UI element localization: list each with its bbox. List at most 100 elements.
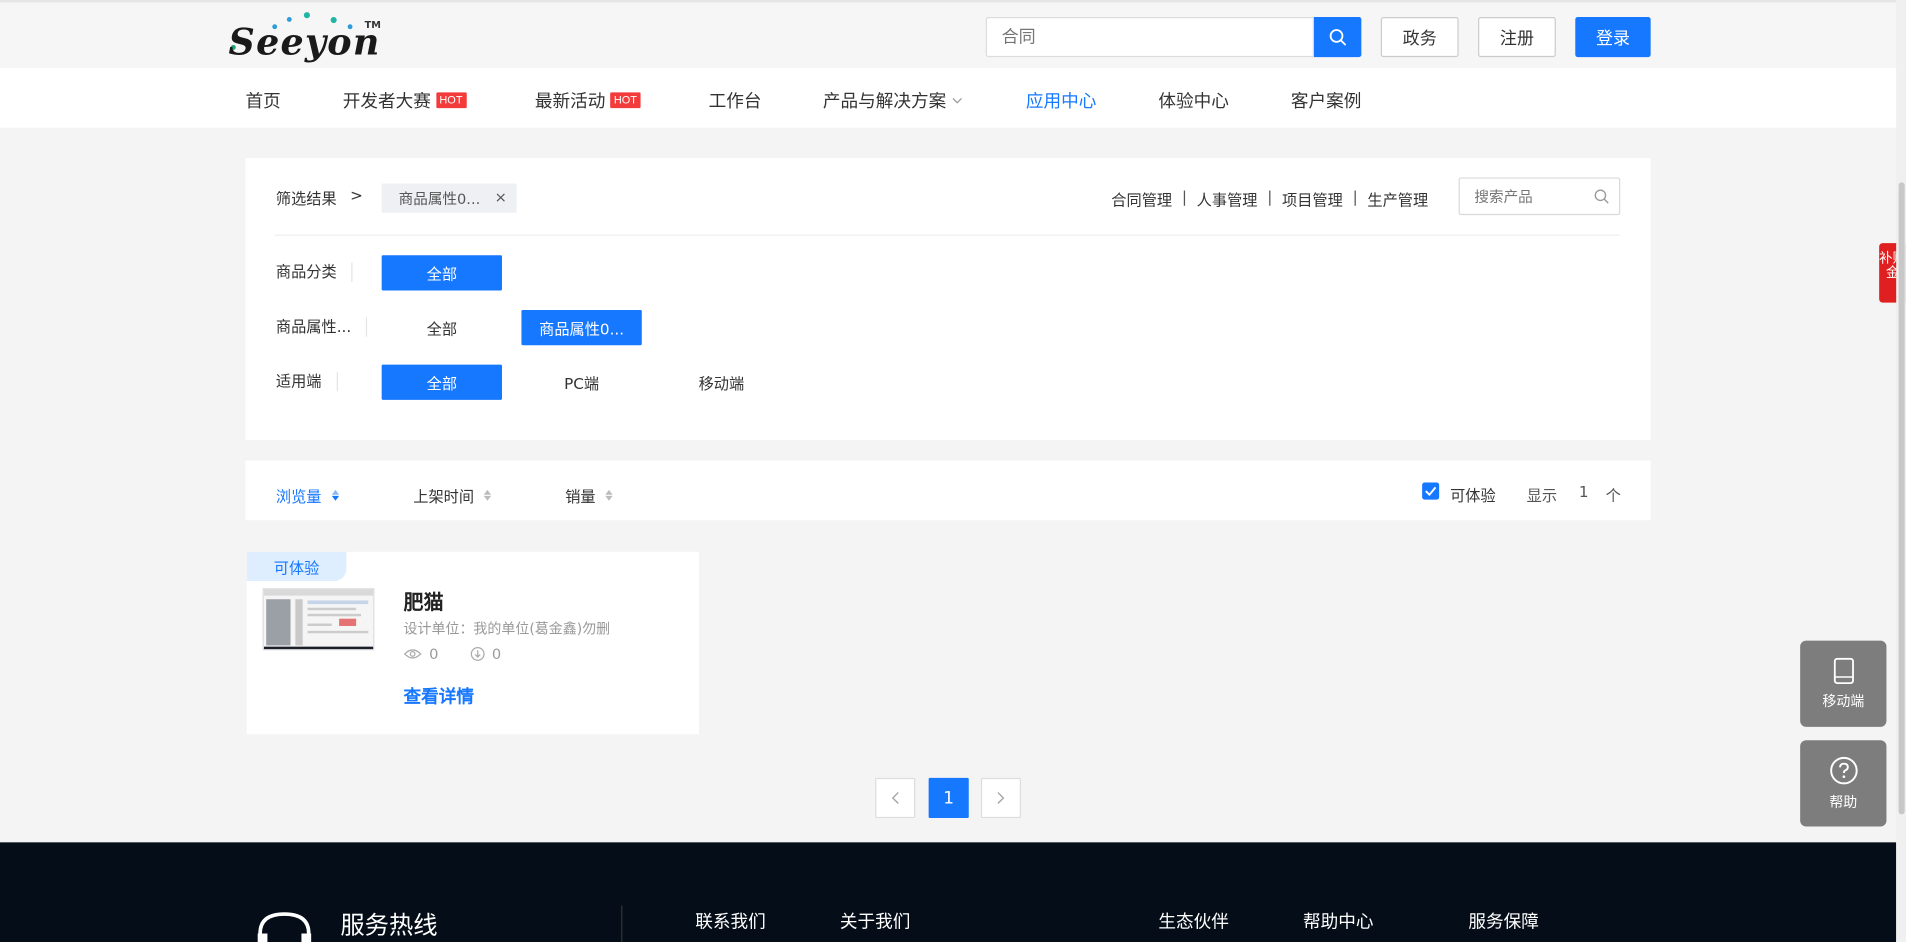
nav-products[interactable]: 产品与解决方案 [823,88,962,114]
download-icon [470,647,485,661]
help-label: 帮助 [1829,793,1858,811]
sort-label: 浏览量 [275,487,322,506]
show-label: 显示 [1526,486,1558,505]
mobile-float-button[interactable]: 移动端 [1800,640,1887,727]
search-icon [1329,29,1346,46]
quick-link[interactable]: 人事管理 [1197,187,1258,210]
check-icon [1425,486,1437,496]
product-designer: 设计单位：我的单位(葛金鑫)勿删 [403,619,611,637]
sort-by-sales[interactable]: 销量 [565,484,613,507]
filter-row-label-attribute: 商品属性... [276,317,367,337]
nav-dev-contest[interactable]: 开发者大赛 HOT [342,88,467,114]
filter-result-label: 筛选结果 [275,189,337,208]
nav-activities[interactable]: 最新活动 HOT [535,88,641,114]
divider [274,234,1621,236]
option-attribute-all[interactable]: 全部 [382,310,502,345]
footer-link-partners[interactable]: 生态伙伴 [1158,908,1228,934]
filter-row-label-category: 商品分类 [276,262,353,282]
close-icon[interactable]: × [495,188,507,205]
quick-link[interactable]: 合同管理 [1111,187,1172,210]
nav-experience[interactable]: 体验中心 [1158,88,1228,114]
mobile-label: 移动端 [1822,692,1865,710]
search-button[interactable] [1313,17,1362,58]
mobile-icon [1833,657,1854,684]
footer-link-service[interactable]: 服务保障 [1468,908,1538,934]
sort-caret-icon [605,489,613,501]
download-count: 0 [491,645,502,663]
footer-link-contact[interactable]: 联系我们 [695,908,765,934]
footer-link-about[interactable]: 关于我们 [840,908,910,934]
thumbnail-image [263,589,374,650]
logo-text: Seeyon [228,21,381,65]
logo-dot [303,12,310,19]
sort-label: 上架时间 [413,487,475,506]
sort-caret-icon [331,489,339,501]
nav-cases[interactable]: 客户案例 [1291,88,1361,114]
nav-label: 首页 [245,92,281,112]
nav-workbench[interactable]: 工作台 [709,88,762,114]
sort-caret-icon [483,489,492,501]
option-category-all[interactable]: 全部 [381,255,503,291]
top-bar: Seeyon TM 政务 注册 登录 [0,0,1897,69]
option-platform-all[interactable]: 全部 [381,364,503,400]
nav-label: 产品与解决方案 [822,92,947,112]
eye-icon [403,649,422,659]
search-icon[interactable] [1594,188,1610,204]
chevron-left-icon [891,791,899,804]
separator: | [1352,187,1358,206]
help-icon [1829,756,1858,784]
service-hotline-title: 服务热线 [340,910,438,940]
separator: | [1267,187,1273,206]
breadcrumb-arrow: > [350,185,363,205]
experience-label: 可体验 [1450,486,1496,505]
quick-link[interactable]: 生产管理 [1367,187,1428,210]
footer-link-help-center[interactable]: 帮助中心 [1303,908,1373,934]
main-nav: 首页 开发者大赛 HOT 最新活动 HOT 工作台 产品与解决方案 应用中心 体验中… [0,68,1897,128]
option-attribute-0[interactable]: 商品属性0... [521,309,642,346]
product-thumbnail[interactable] [262,588,375,651]
tag-label: 商品属性0... [398,190,481,208]
filter-row-label-platform: 适用端 [276,371,338,392]
gov-button[interactable]: 政务 [1380,17,1459,58]
footer: 服务热线 联系我们 关于我们 生态伙伴 帮助中心 服务保障 [0,842,1897,942]
active-filter-tag[interactable]: 商品属性0... × [381,183,517,213]
nav-label: 应用中心 [1025,92,1097,112]
site-search-input[interactable] [986,18,1313,56]
result-count: 1 [1578,482,1589,501]
register-button[interactable]: 注册 [1478,17,1556,58]
chevron-down-icon [951,97,962,103]
login-button[interactable]: 登录 [1575,17,1651,58]
nav-label: 开发者大赛 [342,92,431,112]
nav-label: 工作台 [708,92,762,112]
nav-label: 最新活动 [534,92,606,112]
sort-bar: 浏览量 上架时间 销量 可体验 显示 1 个 [245,460,1651,521]
view-details-link[interactable]: 查看详情 [404,683,474,709]
nav-label: 体验中心 [1158,92,1229,112]
option-platform-mobile[interactable]: 移动端 [661,365,781,400]
quick-link[interactable]: 项目管理 [1282,187,1343,210]
product-title[interactable]: 肥猫 [404,586,444,615]
nav-app-center[interactable]: 应用中心 [1026,88,1096,114]
option-platform-pc[interactable]: PC端 [521,365,641,400]
count-unit: 个 [1605,486,1621,505]
sort-by-listing-time[interactable]: 上架时间 [413,484,492,507]
logo-trademark: TM [364,19,381,31]
sort-by-views[interactable]: 浏览量 [276,484,339,507]
seeyon-logo[interactable]: Seeyon TM [229,12,387,64]
scrollbar-thumb[interactable] [1898,182,1905,815]
hot-badge: HOT [610,92,641,109]
chevron-right-icon [997,791,1005,804]
page-1-button[interactable]: 1 [928,777,969,819]
prev-page-button[interactable] [875,777,916,819]
product-stats: 0 0 [403,645,502,663]
next-page-button[interactable] [980,777,1022,819]
nav-label: 客户案例 [1290,92,1362,112]
experience-checkbox[interactable] [1422,482,1440,500]
nav-home[interactable]: 首页 [246,88,281,114]
sort-label: 销量 [565,487,596,506]
site-search [985,17,1314,58]
filter-panel: 筛选结果 > 商品属性0... × 合同管理 | 人事管理 | 项目管理 | 生产管理… [245,158,1651,441]
product-card[interactable]: 可体验 肥猫 设计单位：我的单位(葛金鑫)勿删 0 0 查看详情 [246,551,699,735]
separator: | [1181,187,1187,206]
help-float-button[interactable]: 帮助 [1800,740,1887,827]
